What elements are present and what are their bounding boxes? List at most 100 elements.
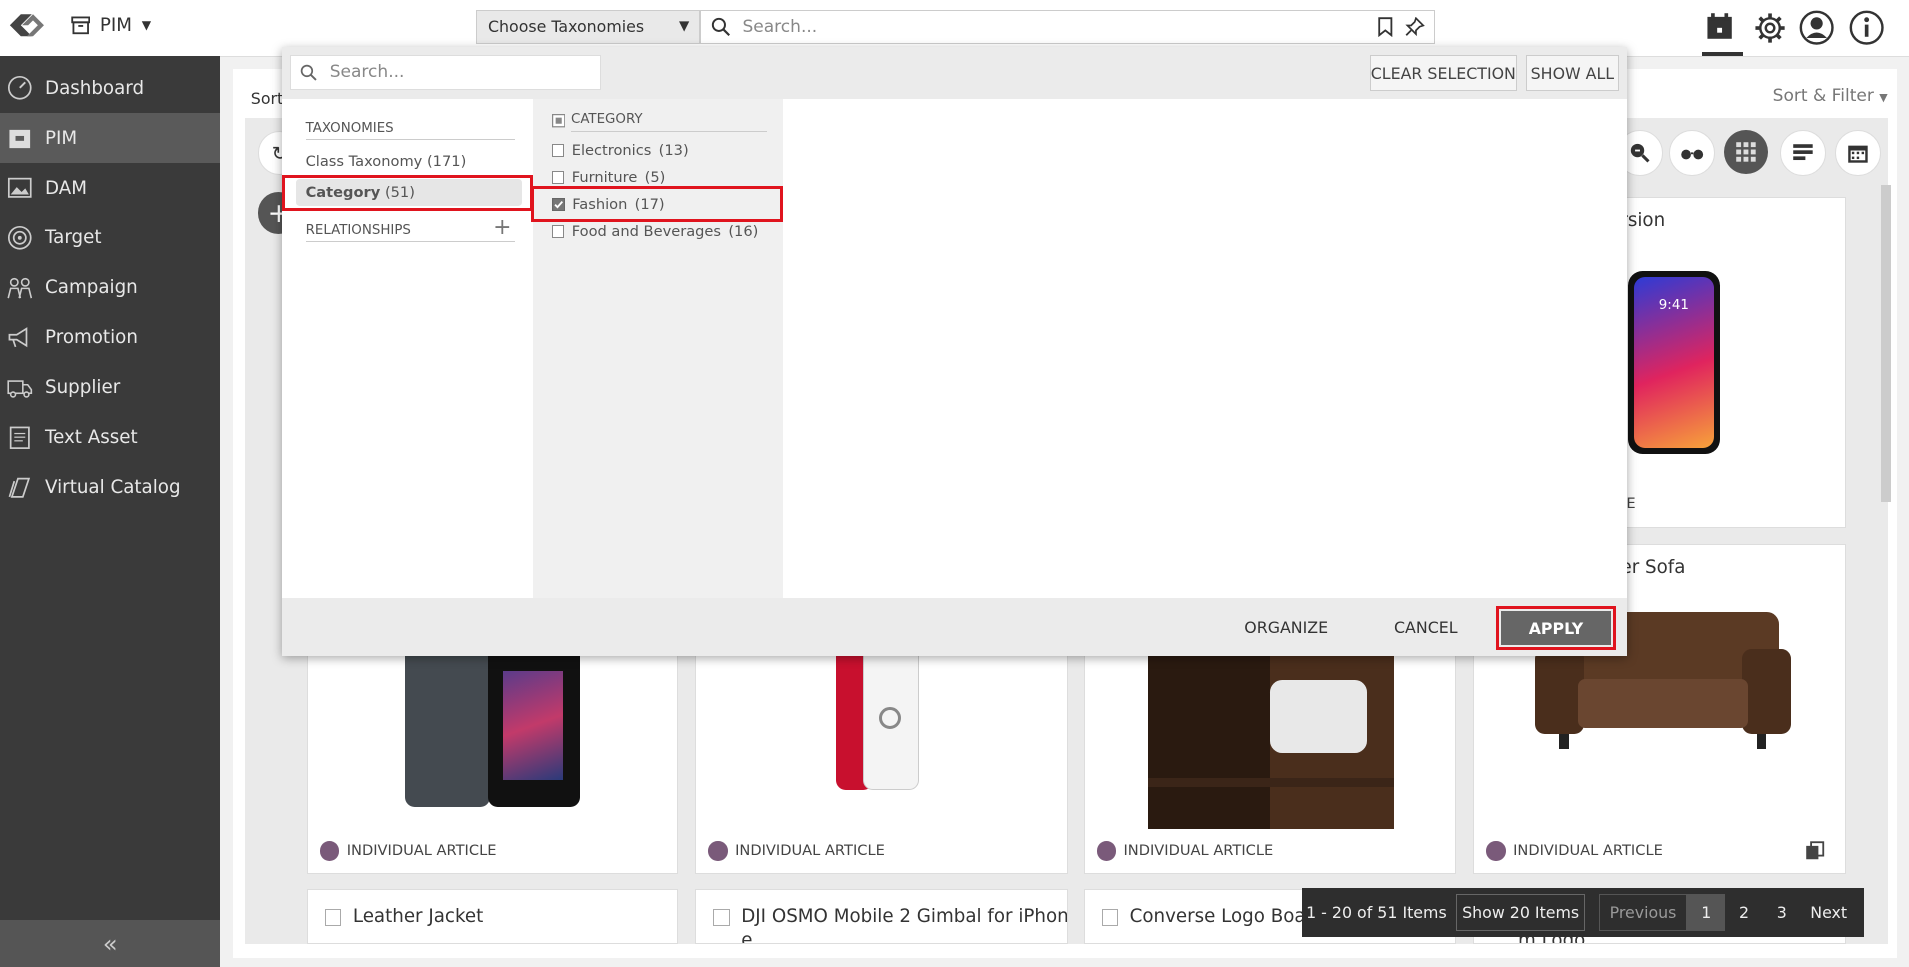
sidebar-item-dashboard[interactable]: Dashboard bbox=[0, 63, 220, 113]
app-switcher[interactable]: PIM ▼ bbox=[70, 15, 152, 36]
pin-icon[interactable] bbox=[1405, 17, 1425, 37]
sidebar-item-promotion[interactable]: Promotion bbox=[0, 313, 220, 363]
sidebar-item-label: Supplier bbox=[45, 377, 121, 399]
previous-page-button[interactable]: Previous bbox=[1598, 893, 1688, 932]
page-3-button[interactable]: 3 bbox=[1763, 894, 1801, 932]
category-all-checkbox[interactable] bbox=[551, 114, 565, 128]
category-checkbox[interactable] bbox=[551, 224, 565, 238]
product-checkbox[interactable] bbox=[324, 909, 342, 926]
highlight-box bbox=[282, 175, 534, 211]
popup-header: Search... CLEAR SELECTION SHOW ALL bbox=[282, 47, 1627, 99]
caret-down-icon: ▼ bbox=[1879, 91, 1888, 105]
glasses-button[interactable] bbox=[1669, 130, 1715, 177]
dashboard-gauge-icon bbox=[8, 76, 32, 101]
apply-button[interactable]: APPLY bbox=[1501, 611, 1611, 646]
clear-selection-button[interactable]: CLEAR SELECTION bbox=[1369, 54, 1517, 92]
caret-down-icon: ▼ bbox=[679, 19, 690, 35]
product-title-wrap: e bbox=[741, 929, 753, 944]
taxonomy-select-label: Choose Taxonomies bbox=[487, 17, 645, 37]
gear-icon[interactable] bbox=[1753, 11, 1787, 45]
taxonomy-select[interactable]: Choose Taxonomies ▼ bbox=[476, 9, 701, 44]
product-image-iphone-red[interactable] bbox=[836, 646, 919, 790]
info-icon[interactable] bbox=[1849, 10, 1885, 45]
collapse-sidebar-button[interactable]: « bbox=[0, 920, 221, 967]
category-column: CATEGORY Electronics (13) Furniture (5) Fa… bbox=[533, 98, 783, 598]
page-1-button[interactable]: 1 bbox=[1687, 893, 1726, 932]
target-icon bbox=[8, 226, 32, 250]
user-profile-icon[interactable] bbox=[1799, 10, 1835, 45]
category-title: CATEGORY bbox=[570, 112, 767, 132]
product-type: INDIVIDUAL ARTICLE bbox=[346, 842, 497, 860]
sort-label[interactable]: Sort bbox=[251, 89, 283, 108]
copy-icon[interactable] bbox=[1805, 841, 1825, 860]
sidebar-item-pim[interactable]: PIM bbox=[0, 113, 221, 164]
product-title[interactable]: Leather Jacket bbox=[353, 906, 483, 927]
category-furniture[interactable]: Furniture (5) bbox=[551, 169, 666, 187]
category-checkbox[interactable] bbox=[551, 144, 565, 158]
sidebar-item-label: Campaign bbox=[45, 277, 138, 299]
taxonomy-column: TAXONOMIES Class Taxonomy (171) Category… bbox=[282, 98, 534, 598]
category-food-beverages[interactable]: Food and Beverages (16) bbox=[551, 222, 759, 240]
sidebar-item-label: DAM bbox=[45, 177, 87, 199]
sidebar-item-campaign[interactable]: Campaign bbox=[0, 263, 220, 313]
sort-filter-toggle[interactable]: Sort & Filter ▼ bbox=[1773, 86, 1888, 106]
category-count: (5) bbox=[644, 169, 666, 187]
product-type: INDIVIDUAL ARTICLE bbox=[735, 842, 885, 860]
product-card[interactable]: Leather Jacket bbox=[306, 888, 679, 944]
show-items-button[interactable]: Show 20 Items bbox=[1456, 893, 1586, 932]
highlight-box bbox=[530, 186, 783, 222]
product-title[interactable]: DJI OSMO Mobile 2 Gimbal for iPhon bbox=[741, 906, 1067, 927]
list-view-button[interactable] bbox=[1779, 130, 1826, 177]
organize-button[interactable]: ORGANIZE bbox=[1244, 618, 1328, 637]
calendar-view-button[interactable] bbox=[1834, 130, 1881, 177]
pim-calendar-icon[interactable] bbox=[1705, 12, 1734, 41]
taxonomy-class[interactable]: Class Taxonomy (171) bbox=[306, 153, 467, 170]
sidebar-item-supplier[interactable]: Supplier bbox=[0, 363, 220, 413]
sidebar-item-target[interactable]: Target bbox=[0, 213, 220, 263]
double-chevron-left-icon: « bbox=[102, 929, 118, 959]
relationships-title: RELATIONSHIPS bbox=[305, 223, 515, 243]
list-icon bbox=[1793, 144, 1813, 161]
product-image-light[interactable] bbox=[1147, 656, 1394, 829]
top-search-input[interactable]: Search... bbox=[700, 9, 1436, 44]
sidebar-item-label: Dashboard bbox=[45, 77, 145, 99]
product-checkbox[interactable] bbox=[1101, 909, 1119, 926]
image-icon bbox=[8, 178, 32, 199]
article-badge-icon bbox=[708, 841, 728, 861]
caret-down-icon: ▼ bbox=[141, 18, 152, 33]
product-image-oneplus[interactable] bbox=[405, 646, 582, 807]
popup-footer: ORGANIZE CANCEL APPLY bbox=[282, 597, 1627, 657]
sidebar-item-virtual-catalog[interactable]: Virtual Catalog bbox=[0, 463, 220, 513]
bookmark-icon[interactable] bbox=[1378, 17, 1393, 37]
article-badge-icon bbox=[1096, 841, 1117, 861]
grid-view-button[interactable] bbox=[1723, 130, 1768, 175]
category-checkbox[interactable] bbox=[551, 171, 565, 185]
product-card[interactable]: DJI OSMO Mobile 2 Gimbal for iPhon e bbox=[695, 888, 1068, 944]
logo-icon[interactable] bbox=[5, 7, 49, 44]
sidebar-item-label: Text Asset bbox=[45, 427, 138, 449]
document-icon bbox=[10, 426, 31, 449]
add-relationship-icon[interactable]: + bbox=[493, 215, 511, 240]
show-all-button[interactable]: SHOW ALL bbox=[1525, 54, 1620, 92]
product-type-row: INDIVIDUAL ARTICLE bbox=[708, 841, 885, 861]
sidebar: Dashboard PIM DAM Target Campaign Promot… bbox=[0, 56, 221, 967]
active-tab-indicator bbox=[1702, 52, 1744, 56]
product-image-iphone[interactable]: 9:41 bbox=[1627, 271, 1721, 454]
scrollbar[interactable] bbox=[1881, 185, 1891, 502]
pim-box-icon bbox=[9, 130, 31, 149]
book-icon bbox=[8, 477, 31, 498]
product-type-row: INDIVIDUAL ARTICLE bbox=[1096, 841, 1273, 861]
next-page-button[interactable]: Next bbox=[1801, 894, 1857, 932]
category-count: (16) bbox=[728, 222, 759, 240]
sidebar-item-dam[interactable]: DAM bbox=[0, 163, 220, 213]
product-title[interactable]: Converse Logo Boat bbox=[1130, 906, 1313, 927]
truck-icon bbox=[7, 380, 33, 398]
product-checkbox[interactable] bbox=[713, 909, 730, 926]
cancel-button[interactable]: CANCEL bbox=[1394, 618, 1458, 637]
page-2-button[interactable]: 2 bbox=[1725, 894, 1763, 932]
popup-search-input[interactable]: Search... bbox=[289, 54, 602, 91]
top-search-placeholder: Search... bbox=[742, 16, 818, 37]
search-icon bbox=[711, 17, 730, 37]
category-electronics[interactable]: Electronics (13) bbox=[551, 142, 689, 159]
sidebar-item-text-asset[interactable]: Text Asset bbox=[0, 413, 220, 463]
